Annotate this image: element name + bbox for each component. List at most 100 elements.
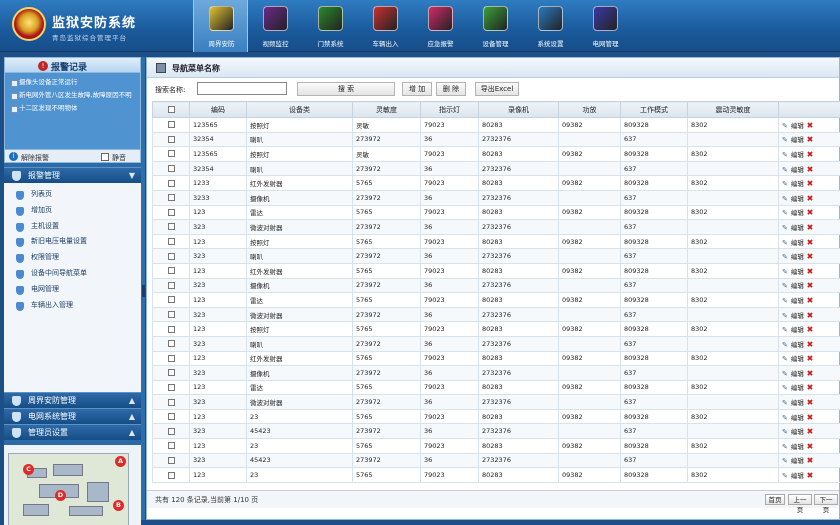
edit-link[interactable]: 编辑 <box>791 370 804 378</box>
row-checkbox[interactable] <box>167 311 175 319</box>
edit-link[interactable]: 编辑 <box>791 384 804 392</box>
pencil-icon[interactable]: ✎ <box>782 268 788 276</box>
row-checkbox-cell[interactable] <box>152 248 190 264</box>
collapse-arrow-icon[interactable] <box>142 285 145 297</box>
delete-icon[interactable]: ✖ <box>804 427 814 436</box>
table-row[interactable]: 123 23 5765 79023 80283 09382 809328 8302 ✎ 编辑 ✖ <box>152 467 840 483</box>
nav-alarm[interactable]: 应急报警 <box>413 0 468 52</box>
pencil-icon[interactable]: ✎ <box>782 370 788 378</box>
pencil-icon[interactable]: ✎ <box>782 209 788 217</box>
delete-icon[interactable]: ✖ <box>804 413 814 422</box>
sidebar-menu-item[interactable]: 主机设置 <box>4 219 141 235</box>
table-row[interactable]: 323 微波对射器 273972 36 2732376 637 ✎ 编辑 ✖ <box>152 219 840 235</box>
edit-link[interactable]: 编辑 <box>791 122 804 130</box>
delete-icon[interactable]: ✖ <box>804 456 814 465</box>
table-row[interactable]: 123565 按照灯 灵敏 79023 80283 09382 809328 8302 ✎ 编辑 … <box>152 146 840 162</box>
edit-link[interactable]: 编辑 <box>791 341 804 349</box>
pencil-icon[interactable]: ✎ <box>782 224 788 232</box>
row-checkbox-cell[interactable] <box>152 306 190 323</box>
edit-link[interactable]: 编辑 <box>791 166 804 174</box>
row-checkbox[interactable] <box>167 398 175 406</box>
pencil-icon[interactable]: ✎ <box>782 195 788 203</box>
pencil-icon[interactable]: ✎ <box>782 239 788 247</box>
sidebar-menu-item[interactable]: 列表页 <box>4 187 141 203</box>
row-checkbox[interactable] <box>167 383 175 391</box>
row-checkbox-cell[interactable] <box>152 219 190 235</box>
edit-link[interactable]: 编辑 <box>791 297 804 305</box>
delete-button[interactable]: 删 除 <box>436 82 466 96</box>
search-button[interactable]: 搜 索 <box>297 82 395 96</box>
alarm-item[interactable]: 十二区发现不明物体 <box>11 102 136 115</box>
edit-link[interactable]: 编辑 <box>791 224 804 232</box>
row-checkbox[interactable] <box>167 135 175 143</box>
row-checkbox[interactable] <box>167 354 175 362</box>
row-checkbox[interactable] <box>167 296 175 304</box>
nav-power[interactable]: 电网管理 <box>578 0 633 52</box>
nav-shield[interactable]: 周界安防 <box>193 0 248 52</box>
delete-icon[interactable]: ✖ <box>804 208 814 217</box>
add-button[interactable]: 增 加 <box>402 82 432 96</box>
row-checkbox-cell[interactable] <box>152 233 190 250</box>
table-row[interactable]: 323 喇叭 273972 36 2732376 637 ✎ 编辑 ✖ <box>152 335 840 352</box>
pencil-icon[interactable]: ✎ <box>782 151 788 159</box>
table-row[interactable]: 123 23 5765 79023 80283 09382 809328 8302 ✎ 编辑 ✖ <box>152 438 840 454</box>
delete-icon[interactable]: ✖ <box>804 165 814 174</box>
table-row[interactable]: 123 红外发射器 5765 79023 80283 09382 809328 8302 ✎ 编辑… <box>152 262 840 279</box>
edit-link[interactable]: 编辑 <box>791 180 804 188</box>
export-excel-button[interactable]: 导出Excel <box>475 82 519 96</box>
chevron-up-icon[interactable]: ▲ <box>129 425 135 441</box>
row-checkbox[interactable] <box>167 179 175 187</box>
delete-icon[interactable]: ✖ <box>804 311 814 320</box>
row-checkbox-cell[interactable] <box>152 146 190 162</box>
table-row[interactable]: 123 雷达 5765 79023 80283 09382 809328 8302 ✎ 编辑 ✖ <box>152 292 840 308</box>
pencil-icon[interactable]: ✎ <box>782 443 788 451</box>
delete-icon[interactable]: ✖ <box>804 340 814 349</box>
table-row[interactable]: 323 微波对射器 273972 36 2732376 637 ✎ 编辑 ✖ <box>152 394 840 410</box>
edit-link[interactable]: 编辑 <box>791 312 804 320</box>
table-row[interactable]: 3233 摄像机 273972 36 2732376 637 ✎ 编辑 ✖ <box>152 189 840 206</box>
table-row[interactable]: 123 雷达 5765 79023 80283 09382 809328 8302 ✎ 编辑 ✖ <box>152 204 840 221</box>
row-checkbox-cell[interactable] <box>152 189 190 206</box>
row-checkbox[interactable] <box>167 208 175 216</box>
select-all-checkbox[interactable] <box>167 106 175 113</box>
row-checkbox[interactable] <box>167 369 175 377</box>
delete-icon[interactable]: ✖ <box>804 179 814 188</box>
nav-camera[interactable]: 视频监控 <box>248 0 303 52</box>
row-checkbox[interactable] <box>167 281 175 289</box>
sidebar-section-header[interactable]: 周界安防管理 ▲ <box>4 392 141 408</box>
delete-icon[interactable]: ✖ <box>804 398 814 407</box>
row-checkbox-cell[interactable] <box>152 452 190 469</box>
row-checkbox-cell[interactable] <box>152 438 190 454</box>
delete-icon[interactable]: ✖ <box>804 238 814 247</box>
row-checkbox[interactable] <box>167 325 175 333</box>
nav-device[interactable]: 设备管理 <box>468 0 523 52</box>
dismiss-alarm-button[interactable]: 解除报警 <box>21 153 49 163</box>
table-row[interactable]: 323 摄像机 273972 36 2732376 637 ✎ 编辑 ✖ <box>152 277 840 294</box>
row-checkbox[interactable] <box>167 471 175 479</box>
delete-icon[interactable]: ✖ <box>804 150 814 159</box>
pencil-icon[interactable]: ✎ <box>782 180 788 188</box>
table-row[interactable]: 123 按照灯 5765 79023 80283 09382 809328 8302 ✎ 编辑 ✖ <box>152 321 840 337</box>
edit-link[interactable]: 编辑 <box>791 253 804 261</box>
delete-icon[interactable]: ✖ <box>804 354 814 363</box>
table-row[interactable]: 323 喇叭 273972 36 2732376 637 ✎ 编辑 ✖ <box>152 248 840 264</box>
delete-icon[interactable]: ✖ <box>804 121 814 130</box>
row-checkbox[interactable] <box>167 121 175 129</box>
pencil-icon[interactable]: ✎ <box>782 282 788 290</box>
edit-link[interactable]: 编辑 <box>791 239 804 247</box>
info-icon[interactable]: i <box>9 152 18 161</box>
sidebar-menu-item[interactable]: 新旧电压电量设置 <box>4 234 141 250</box>
delete-icon[interactable]: ✖ <box>804 281 814 290</box>
pencil-icon[interactable]: ✎ <box>782 136 788 144</box>
row-checkbox[interactable] <box>167 252 175 260</box>
edit-link[interactable]: 编辑 <box>791 399 804 407</box>
pencil-icon[interactable]: ✎ <box>782 414 788 422</box>
chevron-up-icon[interactable]: ▲ <box>129 409 135 425</box>
edit-link[interactable]: 编辑 <box>791 151 804 159</box>
pencil-icon[interactable]: ✎ <box>782 355 788 363</box>
table-row[interactable]: 323 45423 273972 36 2732376 637 ✎ 编辑 ✖ <box>152 452 840 469</box>
edit-link[interactable]: 编辑 <box>791 457 804 465</box>
row-checkbox[interactable] <box>167 267 175 275</box>
delete-icon[interactable]: ✖ <box>804 267 814 276</box>
pencil-icon[interactable]: ✎ <box>782 399 788 407</box>
